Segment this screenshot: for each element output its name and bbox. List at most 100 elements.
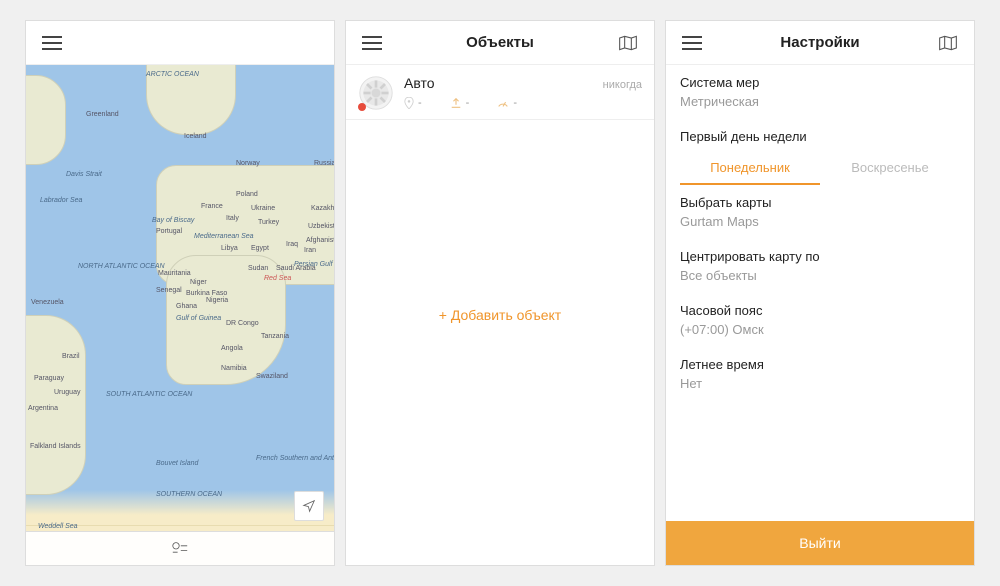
setting-label: Центрировать карту по xyxy=(680,249,960,264)
unit-avatar xyxy=(358,75,394,111)
pin-icon xyxy=(404,97,414,109)
setting-dst[interactable]: Летнее время Нет xyxy=(666,347,974,401)
map-label: SOUTH ATLANTIC OCEAN xyxy=(106,391,192,398)
map-label: Italy xyxy=(226,215,239,222)
map-label: ARCTIC OCEAN xyxy=(146,71,199,78)
map-label: Turkey xyxy=(258,219,279,226)
hamburger-icon xyxy=(682,36,702,50)
map-icon xyxy=(938,34,958,52)
exit-button[interactable]: Выйти xyxy=(666,521,974,565)
map-label: Senegal xyxy=(156,287,182,294)
setting-value: Метрическая xyxy=(680,94,960,109)
setting-center[interactable]: Центрировать карту по Все объекты xyxy=(666,239,974,293)
setting-measurement[interactable]: Система мер Метрическая xyxy=(666,65,974,119)
map-label: Davis Strait xyxy=(66,171,102,178)
add-object-button[interactable]: + Добавить объект xyxy=(346,307,654,323)
map-label: NORTH ATLANTIC OCEAN xyxy=(78,263,165,270)
setting-label: Летнее время xyxy=(680,357,960,372)
map-label: Kazakhstan xyxy=(311,205,334,212)
map-label: Venezuela xyxy=(31,299,64,306)
location-stat: - xyxy=(404,97,422,109)
hamburger-icon xyxy=(362,36,382,50)
map-label: Uruguay xyxy=(54,389,80,396)
setting-label: Система мер xyxy=(680,75,960,90)
segment-sunday[interactable]: Воскресенье xyxy=(820,152,960,185)
map-label: Portugal xyxy=(156,228,182,235)
setting-value: Все объекты xyxy=(680,268,960,283)
setting-value: (+07:00) Омск xyxy=(680,322,960,337)
page-title: Объекты xyxy=(386,34,614,51)
map-label: Saudi Arabia xyxy=(276,265,316,272)
map-label: Sudan xyxy=(248,265,268,272)
map-label: Weddell Sea xyxy=(38,523,78,530)
hamburger-icon xyxy=(42,36,62,50)
speed-stat: - xyxy=(497,97,517,109)
map-label: Russia xyxy=(314,160,334,167)
setting-timezone[interactable]: Часовой пояс (+07:00) Омск xyxy=(666,293,974,347)
map-label: Mediterranean Sea xyxy=(194,233,254,240)
speedometer-icon xyxy=(497,97,509,109)
map-label: Labrador Sea xyxy=(40,197,82,204)
setting-label: Первый день недели xyxy=(680,129,960,144)
page-title: Настройки xyxy=(706,34,934,51)
map-label: Angola xyxy=(221,345,243,352)
map-label: Bay of Biscay xyxy=(152,217,194,224)
setting-maps[interactable]: Выбрать карты Gurtam Maps xyxy=(666,185,974,239)
map-footer xyxy=(26,531,334,565)
units-icon[interactable] xyxy=(170,541,190,557)
screen-objects: Объекты Авто никогда xyxy=(345,20,655,566)
map-label: Gulf of Guinea xyxy=(176,315,221,322)
map-label: Argentina xyxy=(28,405,58,412)
setting-value: Нет xyxy=(680,376,960,391)
map-label: Falkland Islands xyxy=(30,443,81,450)
setting-first-day: Первый день недели Понедельник Воскресен… xyxy=(666,119,974,185)
location-arrow-icon xyxy=(302,499,316,513)
map-label: Ukraine xyxy=(251,205,275,212)
object-list-item[interactable]: Авто никогда - - - xyxy=(346,65,654,120)
map-label: Greenland xyxy=(86,111,119,118)
map-label: Iran xyxy=(304,247,316,254)
locate-button[interactable] xyxy=(294,491,324,521)
menu-button[interactable] xyxy=(358,36,386,50)
screen-settings: Настройки Система мер Метрическая Первый… xyxy=(665,20,975,566)
map-label: Egypt xyxy=(251,245,269,252)
status-dot-offline xyxy=(358,103,366,111)
map-label: Burkina Faso xyxy=(186,290,227,297)
map-icon xyxy=(618,34,638,52)
map-label: Bouvet Island xyxy=(156,460,198,467)
map-label: Red Sea xyxy=(264,275,291,282)
map-label: Niger xyxy=(190,279,207,286)
map-label: Poland xyxy=(236,191,258,198)
map-label: French Southern and Antarctic xyxy=(256,455,334,462)
map-label: Swaziland xyxy=(256,373,288,380)
map-label: Paraguay xyxy=(34,375,64,382)
setting-label: Выбрать карты xyxy=(680,195,960,210)
object-last-update: никогда xyxy=(603,79,642,91)
header xyxy=(26,21,334,65)
altitude-stat: - xyxy=(450,97,470,109)
segment-monday[interactable]: Понедельник xyxy=(680,152,820,185)
header: Настройки xyxy=(666,21,974,65)
altitude-icon xyxy=(450,97,462,109)
setting-value: Gurtam Maps xyxy=(680,214,960,229)
world-map[interactable]: ARCTIC OCEAN Greenland Iceland Davis Str… xyxy=(26,65,334,565)
setting-label: Часовой пояс xyxy=(680,303,960,318)
map-label: Iraq xyxy=(286,241,298,248)
map-label: DR Congo xyxy=(226,320,259,327)
map-label: Mauritania xyxy=(158,270,191,277)
map-label: Namibia xyxy=(221,365,247,372)
header: Объекты xyxy=(346,21,654,65)
day-segmented-control: Понедельник Воскресенье xyxy=(680,152,960,185)
map-label: Iceland xyxy=(184,133,207,140)
map-label: Ghana xyxy=(176,303,197,310)
map-toggle-button[interactable] xyxy=(934,34,962,52)
map-label: Tanzania xyxy=(261,333,289,340)
map-label: Afghanistan xyxy=(306,237,334,244)
map-label: Uzbekistan xyxy=(308,223,334,230)
menu-button[interactable] xyxy=(38,36,66,50)
map-label: Libya xyxy=(221,245,238,252)
map-toggle-button[interactable] xyxy=(614,34,642,52)
menu-button[interactable] xyxy=(678,36,706,50)
map-label: Brazil xyxy=(62,353,80,360)
object-name: Авто xyxy=(404,75,435,91)
